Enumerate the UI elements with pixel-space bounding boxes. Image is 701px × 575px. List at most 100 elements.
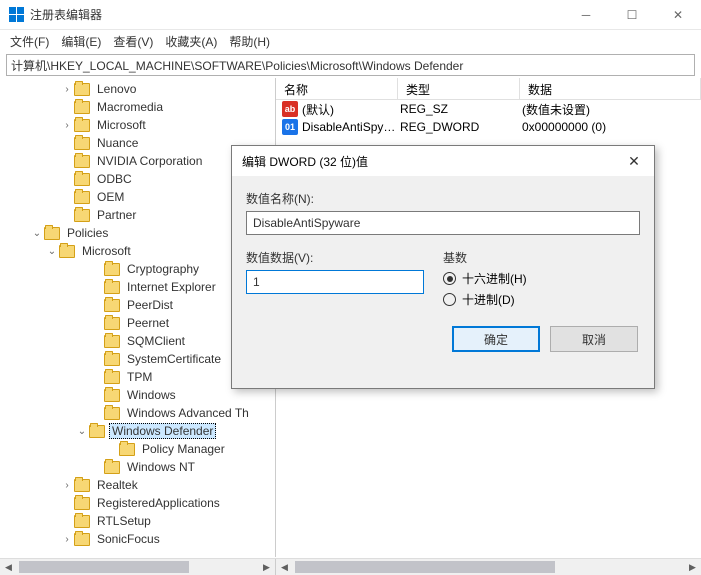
chevron-down-icon[interactable]: ⌄ [45, 246, 59, 257]
tree-item-label: Realtek [94, 477, 141, 493]
scroll-left-icon[interactable]: ◀ [0, 559, 17, 575]
radio-dec[interactable]: 十进制(D) [443, 291, 640, 308]
cell-type: REG_DWORD [400, 120, 522, 134]
scroll-right-icon[interactable]: ▶ [258, 559, 275, 575]
folder-icon [104, 299, 120, 312]
tree-item-label: SQMClient [124, 333, 188, 349]
scroll-left-icon[interactable]: ◀ [276, 559, 293, 575]
tree-item-label: Internet Explorer [124, 279, 219, 295]
ok-button[interactable]: 确定 [452, 326, 540, 352]
folder-icon [104, 371, 120, 384]
folder-icon [104, 263, 120, 276]
scroll-thumb[interactable] [295, 561, 555, 573]
tree-item[interactable]: › Microsoft [0, 116, 275, 134]
cell-type: REG_SZ [400, 102, 522, 116]
tree-item-label: SonicFocus [94, 531, 163, 547]
tree-item-label: NVIDIA Corporation [94, 153, 205, 169]
folder-icon [74, 479, 90, 492]
col-header-type[interactable]: 类型 [398, 78, 520, 99]
cancel-button[interactable]: 取消 [550, 326, 638, 352]
tree-item-label: RTLSetup [94, 513, 154, 529]
tree-item-label: Microsoft [94, 117, 149, 133]
folder-icon [74, 497, 90, 510]
folder-icon [74, 173, 90, 186]
tree-item-label: SystemCertificate [124, 351, 224, 367]
edit-dword-dialog: 编辑 DWORD (32 位)值 ✕ 数值名称(N): 数值数据(V): 基数 … [231, 145, 655, 389]
tree-item-label: Nuance [94, 135, 141, 151]
chevron-right-icon[interactable]: › [60, 480, 74, 491]
address-bar[interactable]: 计算机\HKEY_LOCAL_MACHINE\SOFTWARE\Policies… [6, 54, 695, 76]
base-label: 基数 [443, 249, 640, 266]
folder-icon [89, 425, 105, 438]
cell-name: (默认) [302, 101, 400, 118]
menu-help[interactable]: 帮助(H) [223, 31, 276, 52]
folder-icon [44, 227, 60, 240]
tree-item[interactable]: RegisteredApplications [0, 494, 275, 512]
tree-item-label: ODBC [94, 171, 135, 187]
string-value-icon: ab [282, 101, 298, 117]
radio-hex-label: 十六进制(H) [462, 270, 527, 287]
tree-item[interactable]: Windows Advanced Th [0, 404, 275, 422]
folder-icon [74, 119, 90, 132]
folder-icon [74, 83, 90, 96]
tree-item-label: Windows Defender [109, 423, 216, 439]
window-title: 注册表编辑器 [30, 6, 563, 23]
scroll-thumb[interactable] [19, 561, 189, 573]
tree-item[interactable]: ⌄ Windows Defender [0, 422, 275, 440]
tree-item-label: Cryptography [124, 261, 202, 277]
cell-data: 0x00000000 (0) [522, 120, 701, 134]
radio-hex[interactable]: 十六进制(H) [443, 270, 640, 287]
menu-edit[interactable]: 编辑(E) [55, 31, 107, 52]
chevron-down-icon[interactable]: ⌄ [75, 426, 89, 437]
app-icon [8, 7, 24, 23]
tree-item[interactable]: › Realtek [0, 476, 275, 494]
value-data-input[interactable] [246, 270, 424, 294]
tree-item[interactable]: Macromedia [0, 98, 275, 116]
folder-icon [104, 407, 120, 420]
chevron-right-icon[interactable]: › [60, 120, 74, 131]
menu-file[interactable]: 文件(F) [4, 31, 55, 52]
dialog-close-icon[interactable]: ✕ [624, 153, 644, 170]
folder-icon [59, 245, 75, 258]
dword-value-icon: 01 [282, 119, 298, 135]
tree-item[interactable]: ›Lenovo [0, 80, 275, 98]
chevron-right-icon[interactable]: › [60, 534, 74, 545]
scroll-track[interactable] [293, 559, 684, 575]
list-row[interactable]: ab(默认)REG_SZ(数值未设置) [276, 100, 701, 118]
scroll-track[interactable] [17, 559, 258, 575]
scroll-right-icon[interactable]: ▶ [684, 559, 701, 575]
tree-item-label: RegisteredApplications [94, 495, 223, 511]
menu-favorites[interactable]: 收藏夹(A) [159, 31, 223, 52]
tree-item-label: Microsoft [79, 243, 134, 259]
folder-icon [104, 461, 120, 474]
tree-item[interactable]: Policy Manager [0, 440, 275, 458]
folder-icon [74, 515, 90, 528]
chevron-right-icon[interactable]: › [60, 84, 74, 95]
tree-item[interactable]: › SonicFocus [0, 530, 275, 548]
horizontal-scrollbar: ◀ ▶ ◀ ▶ [0, 558, 701, 575]
folder-icon [74, 155, 90, 168]
col-header-name[interactable]: 名称 [276, 78, 398, 99]
cell-data: (数值未设置) [522, 101, 701, 118]
radio-icon [443, 272, 456, 285]
dialog-title: 编辑 DWORD (32 位)值 [242, 153, 624, 170]
maximize-button[interactable]: ☐ [609, 0, 655, 30]
tree-item[interactable]: RTLSetup [0, 512, 275, 530]
tree-item-label: PeerDist [124, 297, 176, 313]
folder-icon [74, 101, 90, 114]
value-data-label: 数值数据(V): [246, 249, 443, 266]
close-button[interactable]: ✕ [655, 0, 701, 30]
folder-icon [104, 335, 120, 348]
list-row[interactable]: 01DisableAntiSpy…REG_DWORD0x00000000 (0) [276, 118, 701, 136]
folder-icon [119, 443, 135, 456]
col-header-data[interactable]: 数据 [520, 78, 701, 99]
minimize-button[interactable]: ─ [563, 0, 609, 30]
folder-icon [74, 209, 90, 222]
menu-view[interactable]: 查看(V) [107, 31, 159, 52]
tree-item-label: OEM [94, 189, 127, 205]
value-name-input[interactable] [246, 211, 640, 235]
chevron-down-icon[interactable]: ⌄ [30, 228, 44, 239]
tree-item-label: Windows [124, 387, 179, 403]
tree-item-label: Policy Manager [139, 441, 228, 457]
tree-item[interactable]: Windows NT [0, 458, 275, 476]
